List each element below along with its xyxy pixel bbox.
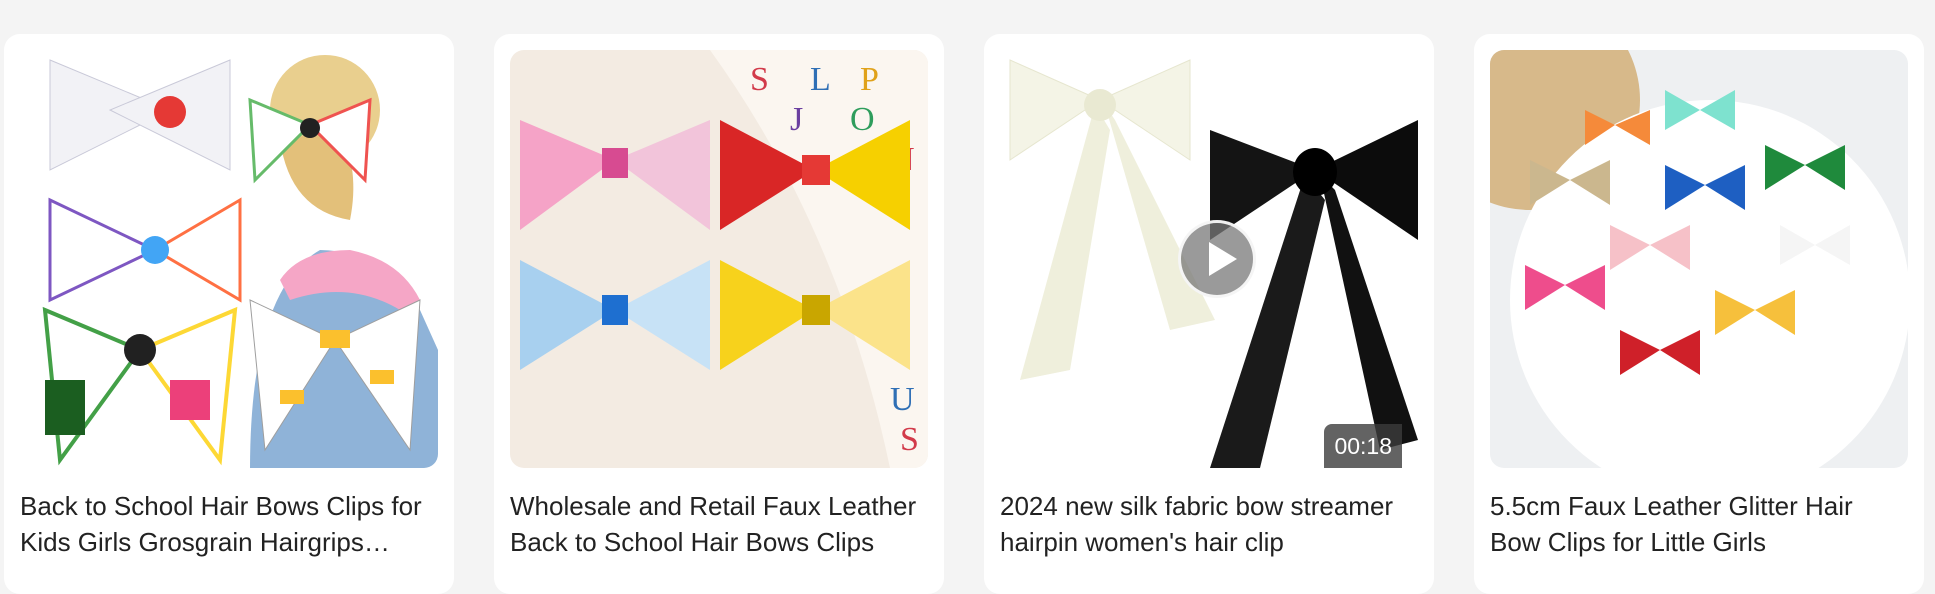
svg-text:O: O <box>850 101 875 138</box>
play-video-button[interactable] <box>1178 220 1256 298</box>
school-hair-bows-image <box>20 50 438 468</box>
product-card[interactable]: SL PJ ON US Wholesale and Retail Faux Le… <box>494 34 944 594</box>
product-image[interactable]: SL PJ ON US <box>510 50 928 468</box>
faux-leather-bows-image: SL PJ ON US <box>510 50 928 468</box>
svg-text:S: S <box>900 421 919 458</box>
glitter-bows-image <box>1490 50 1908 468</box>
product-title[interactable]: 2024 new silk fabric bow streamer hairpi… <box>1000 488 1418 560</box>
product-card[interactable]: 5.5cm Faux Leather Glitter Hair Bow Clip… <box>1474 34 1924 594</box>
svg-text:J: J <box>790 101 803 138</box>
product-card[interactable]: 00:18 2024 new silk fabric bow streamer … <box>984 34 1434 594</box>
svg-text:U: U <box>890 381 915 418</box>
svg-text:P: P <box>860 61 879 98</box>
product-title[interactable]: Wholesale and Retail Faux Leather Back t… <box>510 488 928 560</box>
svg-text:S: S <box>750 61 769 98</box>
product-image[interactable]: 00:18 <box>1000 50 1418 468</box>
product-image[interactable] <box>20 50 438 468</box>
svg-text:L: L <box>810 61 831 98</box>
video-duration-badge: 00:18 <box>1324 424 1402 468</box>
product-image[interactable] <box>1490 50 1908 468</box>
product-title[interactable]: Back to School Hair Bows Clips for Kids … <box>20 488 438 560</box>
product-card[interactable]: Back to School Hair Bows Clips for Kids … <box>4 34 454 594</box>
product-title[interactable]: 5.5cm Faux Leather Glitter Hair Bow Clip… <box>1490 488 1908 560</box>
